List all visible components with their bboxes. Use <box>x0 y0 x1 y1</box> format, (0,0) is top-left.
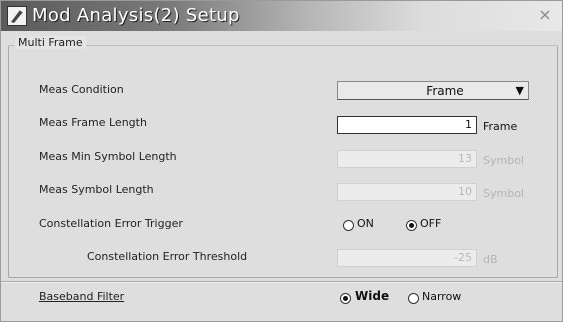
meas-condition-value: Frame <box>426 84 464 98</box>
trigger-off-radio[interactable] <box>406 220 417 231</box>
meas-min-symbol-length-label: Meas Min Symbol Length <box>39 150 177 163</box>
filter-narrow-radio[interactable] <box>408 293 419 304</box>
constellation-error-threshold-label: Constellation Error Threshold <box>87 250 248 263</box>
filter-narrow-label[interactable]: Narrow <box>422 290 461 303</box>
trigger-on-label[interactable]: ON <box>357 217 374 230</box>
constellation-error-trigger-label: Constellation Error Trigger <box>39 217 183 230</box>
section-divider <box>1 281 562 283</box>
close-button[interactable]: × <box>536 6 554 24</box>
meas-symbol-length-unit: Symbol <box>483 187 524 200</box>
title-bar[interactable]: Mod Analysis(2) Setup × <box>1 1 562 31</box>
multi-frame-group-title: Multi Frame <box>15 36 86 49</box>
meas-min-symbol-length-unit: Symbol <box>483 154 524 167</box>
meas-condition-select[interactable]: Frame ▼ <box>337 81 529 100</box>
meas-frame-length-unit: Frame <box>483 120 518 133</box>
window-title: Mod Analysis(2) Setup <box>32 5 240 26</box>
meas-frame-length-input[interactable]: 1 <box>337 116 477 134</box>
filter-wide-radio[interactable] <box>340 293 351 304</box>
constellation-error-threshold-unit: dB <box>483 253 498 266</box>
mod-analysis-setup-dialog: Mod Analysis(2) Setup × Multi Frame Meas… <box>0 0 563 322</box>
app-icon <box>7 6 27 26</box>
baseband-filter-label: Baseband Filter <box>39 290 125 303</box>
meas-frame-length-label: Meas Frame Length <box>39 116 147 129</box>
trigger-off-label[interactable]: OFF <box>420 217 441 230</box>
triangle-down-icon: ▼ <box>515 84 524 97</box>
meas-symbol-length-input[interactable]: 10 <box>337 183 477 201</box>
meas-min-symbol-length-input[interactable]: 13 <box>337 150 477 168</box>
trigger-on-radio[interactable] <box>343 220 354 231</box>
constellation-error-threshold-input[interactable]: -25 <box>337 249 477 267</box>
meas-condition-label: Meas Condition <box>39 83 124 96</box>
meas-symbol-length-label: Meas Symbol Length <box>39 183 154 196</box>
filter-wide-label[interactable]: Wide <box>355 289 389 303</box>
